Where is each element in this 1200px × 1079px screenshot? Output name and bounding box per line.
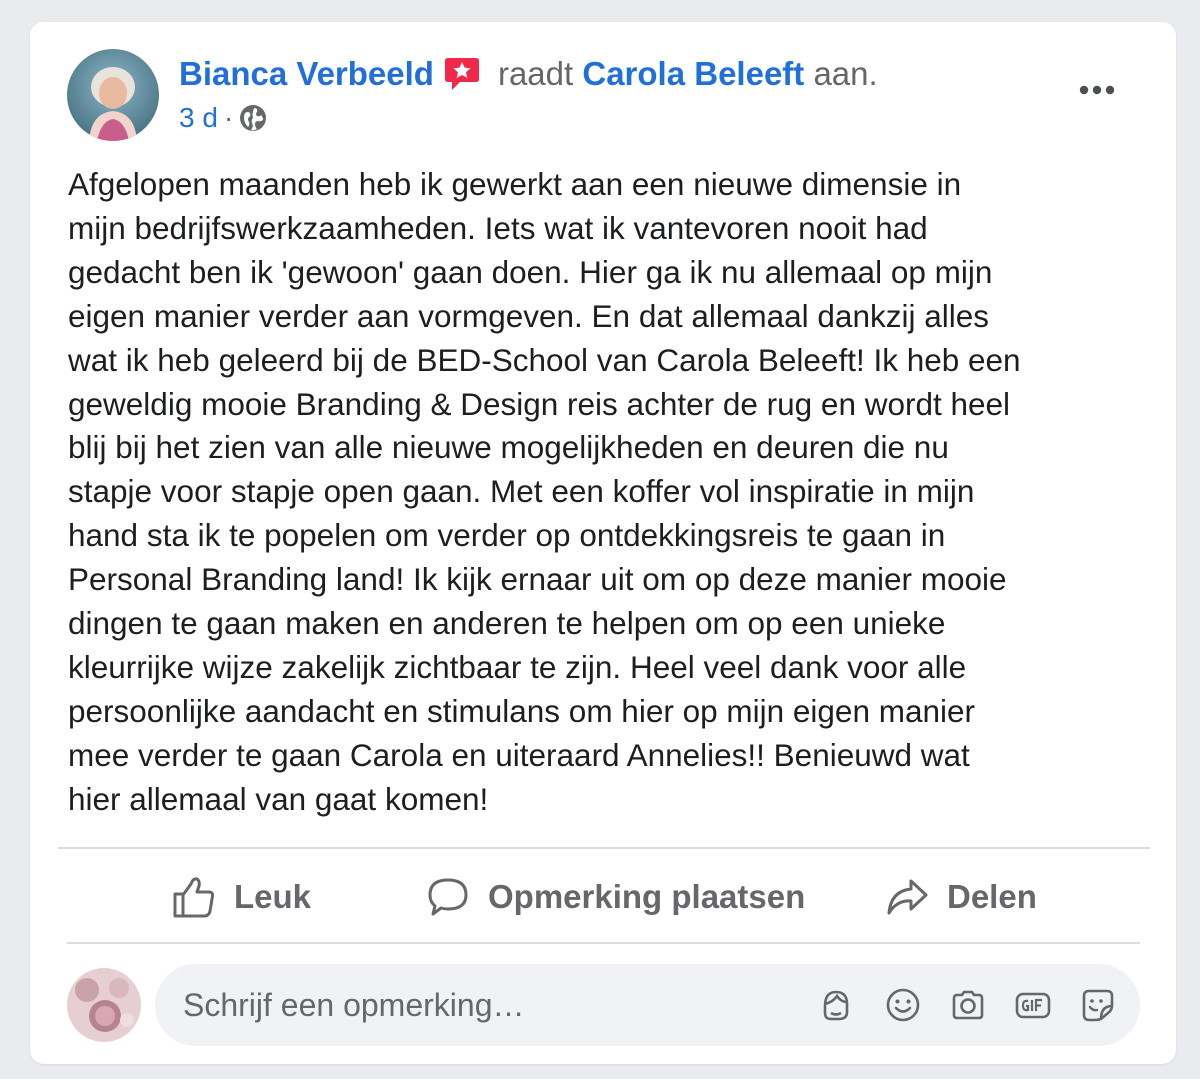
share-button[interactable]: Delen — [885, 869, 1037, 925]
comment-placeholder: Schrijf een opmerking… — [183, 987, 525, 1023]
divider — [58, 847, 1150, 849]
recommends-verb: raadt — [497, 55, 574, 92]
share-arrow-icon — [887, 879, 928, 915]
meta-separator: · — [223, 102, 234, 133]
post-body: Afgelopen maanden heb ik gewerkt aan een… — [68, 163, 1148, 822]
comment-label: Opmerking plaatsen — [488, 878, 806, 915]
comment-input[interactable]: Schrijf een opmerking… — [155, 964, 1140, 1046]
header-suffix: aan. — [813, 55, 878, 92]
post-text-line: eigen manier verder aan vormgeven. En da… — [68, 297, 990, 334]
like-label: Leuk — [234, 878, 312, 915]
avatar-sticker-icon[interactable] — [817, 986, 855, 1024]
camera-icon[interactable] — [949, 986, 987, 1024]
like-button[interactable]: Leuk — [172, 869, 311, 925]
thumbs-up-icon — [173, 877, 215, 918]
post-text-line: blij bij het zien van alle nieuwe mogeli… — [68, 429, 949, 466]
post-text-line: hier allemaal van gaat komen! — [68, 780, 489, 817]
post-text-line: geweldig mooie Branding & Design reis ac… — [68, 385, 1011, 422]
author-avatar[interactable] — [67, 49, 159, 141]
post-text-line: kleurrijke wijze zakelijk zichtbaar te z… — [68, 648, 967, 685]
divider — [67, 942, 1140, 944]
current-user-avatar[interactable] — [67, 968, 141, 1042]
post-meta: 3 d · — [179, 100, 267, 136]
recommendation-badge-icon — [442, 54, 482, 94]
share-label: Delen — [947, 878, 1037, 915]
post-text-line: hand sta ik te popelen om verder op ontd… — [68, 517, 946, 554]
post-text-line: stapje voor stapje open gaan. Met een ko… — [68, 473, 975, 510]
post-text-line: persoonlijke aandacht en stimulans om hi… — [68, 692, 975, 729]
author-name-link[interactable]: Bianca Verbeeld — [179, 55, 434, 93]
page-name-link[interactable]: Carola Beleeft — [582, 55, 804, 93]
post-card: Bianca Verbeeld raadt Carola Beleeft aan… — [30, 22, 1176, 1064]
post-text-line: Afgelopen maanden heb ik gewerkt aan een… — [68, 166, 962, 202]
emoji-icon[interactable] — [884, 986, 922, 1024]
post-header: Bianca Verbeeld raadt Carola Beleeft aan… — [179, 52, 878, 96]
post-text-line: mee verder te gaan Carola en uiteraard A… — [68, 736, 970, 773]
comment-button[interactable]: Opmerking plaatsen — [426, 869, 805, 925]
post-text-line: mijn bedrijfswerkzaamheden. Iets wat ik … — [68, 209, 928, 246]
post-text-line: dingen te gaan maken en anderen te helpe… — [68, 605, 946, 642]
comment-bubble-icon — [428, 878, 468, 916]
post-text-line: wat ik heb geleerd bij de BED-School van… — [68, 341, 1021, 378]
globe-icon — [239, 104, 267, 132]
more-options-icon[interactable] — [1076, 76, 1118, 104]
post-text-line: Personal Branding land! Ik kijk ernaar u… — [68, 561, 1007, 598]
post-text-line: gedacht ben ik 'gewoon' gaan doen. Hier … — [68, 253, 993, 290]
sticker-icon[interactable] — [1079, 986, 1117, 1024]
post-timestamp[interactable]: 3 d — [179, 102, 218, 134]
gif-icon[interactable] — [1014, 986, 1052, 1024]
